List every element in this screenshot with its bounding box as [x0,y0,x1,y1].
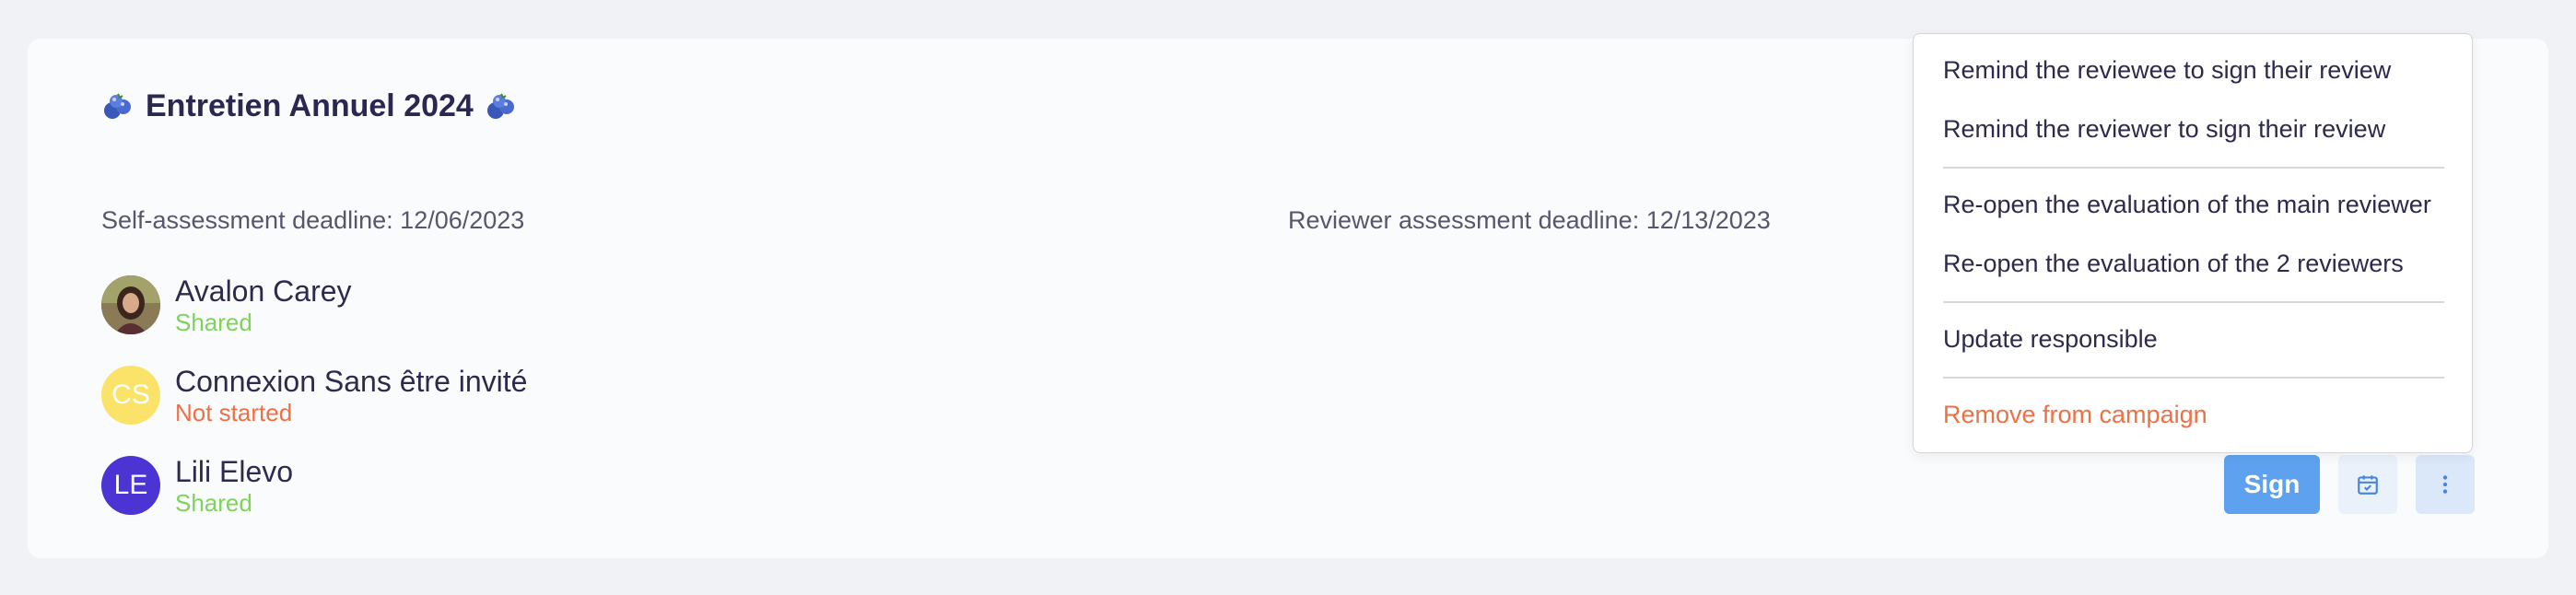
review-title-text: Entretien Annuel 2024 [146,88,474,123]
actions-dropdown-menu: Remind the reviewee to sign their review… [1913,33,2473,453]
avatar: LE [101,456,160,515]
menu-divider [1943,167,2444,169]
participant-name: Connexion Sans être invité [175,365,528,398]
menu-divider [1943,377,2444,379]
participant-row[interactable]: CS Connexion Sans être invité Not starte… [101,365,527,426]
sign-button[interactable]: Sign [2224,455,2320,514]
schedule-button[interactable] [2338,455,2397,514]
reviewer-assessment-deadline: Reviewer assessment deadline: 12/13/2023 [1288,206,1771,234]
menu-item-remove-from-campaign[interactable]: Remove from campaign [1943,401,2207,429]
avatar-photo-icon [101,275,160,334]
avatar: CS [101,366,160,425]
menu-item-reopen-main-reviewer[interactable]: Re-open the evaluation of the main revie… [1943,191,2431,219]
status-badge: Not started [175,399,293,426]
menu-item-remind-reviewer[interactable]: Remind the reviewer to sign their review [1943,115,2385,144]
menu-item-remind-reviewee[interactable]: Remind the reviewee to sign their review [1943,56,2391,85]
more-actions-button[interactable] [2416,455,2475,514]
participant-name: Avalon Carey [175,274,352,308]
menu-item-reopen-two-reviewers[interactable]: Re-open the evaluation of the 2 reviewer… [1943,250,2404,278]
blueberries-emoji-icon [486,93,514,119]
status-badge: Shared [175,489,252,517]
calendar-check-icon [2358,475,2378,495]
participant-row[interactable]: Avalon Carey Shared [101,274,352,336]
self-assessment-deadline: Self-assessment deadline: 12/06/2023 [101,206,525,234]
menu-divider [1943,301,2444,303]
more-vertical-icon [2442,475,2448,494]
status-badge: Shared [175,309,252,336]
participant-row[interactable]: LE Lili Elevo Shared [101,455,294,517]
participant-name: Lili Elevo [175,455,294,488]
avatar [101,275,160,334]
review-title: Entretien Annuel 2024 [101,88,518,124]
blueberries-emoji-icon [104,93,131,119]
menu-item-update-responsible[interactable]: Update responsible [1943,325,2158,354]
